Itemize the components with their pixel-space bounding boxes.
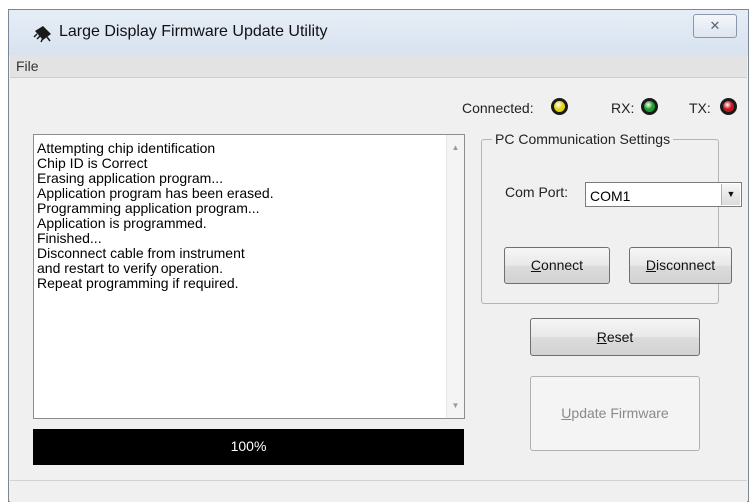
- log-textbox[interactable]: Attempting chip identification Chip ID is…: [33, 134, 465, 419]
- scroll-up-icon[interactable]: ▲: [447, 143, 464, 152]
- app-window: Large Display Firmware Update Utility ✕ …: [8, 9, 749, 502]
- title-bar[interactable]: Large Display Firmware Update Utility ✕: [9, 10, 748, 55]
- com-port-select[interactable]: COM1 ▼: [585, 182, 742, 207]
- log-line: Programming application program...: [37, 200, 260, 216]
- log-line: Application is programmed.: [37, 215, 207, 231]
- log-line: Application program has been erased.: [37, 185, 274, 201]
- connected-label: Connected:: [462, 100, 534, 116]
- log-line: and restart to verify operation.: [37, 260, 223, 276]
- pc-communication-settings-group: PC Communication Settings Com Port: COM1…: [481, 131, 742, 304]
- update-firmware-button[interactable]: Update Firmware: [530, 376, 700, 451]
- com-port-value: COM1: [590, 188, 631, 204]
- connection-status-row: Connected: RX: TX:: [10, 78, 747, 122]
- log-lines: Attempting chip identification Chip ID is…: [37, 141, 435, 291]
- dropdown-arrow-icon[interactable]: ▼: [721, 184, 740, 205]
- group-title: PC Communication Settings: [492, 131, 674, 147]
- log-line: Chip ID is Correct: [37, 155, 148, 171]
- rx-label: RX:: [611, 100, 635, 116]
- log-line: Repeat programming if required.: [37, 275, 239, 291]
- reset-button[interactable]: Reset: [530, 318, 700, 356]
- log-scrollbar[interactable]: ▲ ▼: [446, 135, 464, 418]
- progress-label: 100%: [230, 438, 267, 454]
- tx-label: TX:: [689, 100, 711, 116]
- reset-button-label: Reset: [596, 329, 634, 345]
- close-icon: ✕: [709, 18, 721, 33]
- log-line: Erasing application program...: [37, 170, 223, 186]
- status-bar: [10, 480, 747, 502]
- disconnect-button-label: Disconnect: [645, 257, 716, 273]
- close-button[interactable]: ✕: [693, 14, 737, 38]
- log-line: Disconnect cable from instrument: [37, 245, 245, 261]
- disconnect-button[interactable]: Disconnect: [629, 247, 732, 284]
- connect-button[interactable]: Connect: [504, 247, 610, 284]
- connected-led-icon: [551, 98, 568, 115]
- update-firmware-button-label: Update Firmware: [561, 405, 669, 421]
- com-port-label: Com Port:: [505, 184, 569, 200]
- menu-bar: File: [10, 55, 747, 78]
- tx-led-icon: [720, 98, 737, 115]
- rx-led-icon: [641, 98, 658, 115]
- window-title: Large Display Firmware Update Utility: [59, 23, 328, 40]
- menu-file[interactable]: File: [16, 58, 39, 74]
- chip-app-icon: [33, 25, 53, 48]
- scroll-down-icon[interactable]: ▼: [447, 401, 464, 410]
- connect-button-label: Connect: [530, 257, 584, 273]
- log-line: Finished...: [37, 230, 102, 246]
- log-line: Attempting chip identification: [37, 140, 216, 156]
- progress-bar: 100%: [33, 429, 464, 465]
